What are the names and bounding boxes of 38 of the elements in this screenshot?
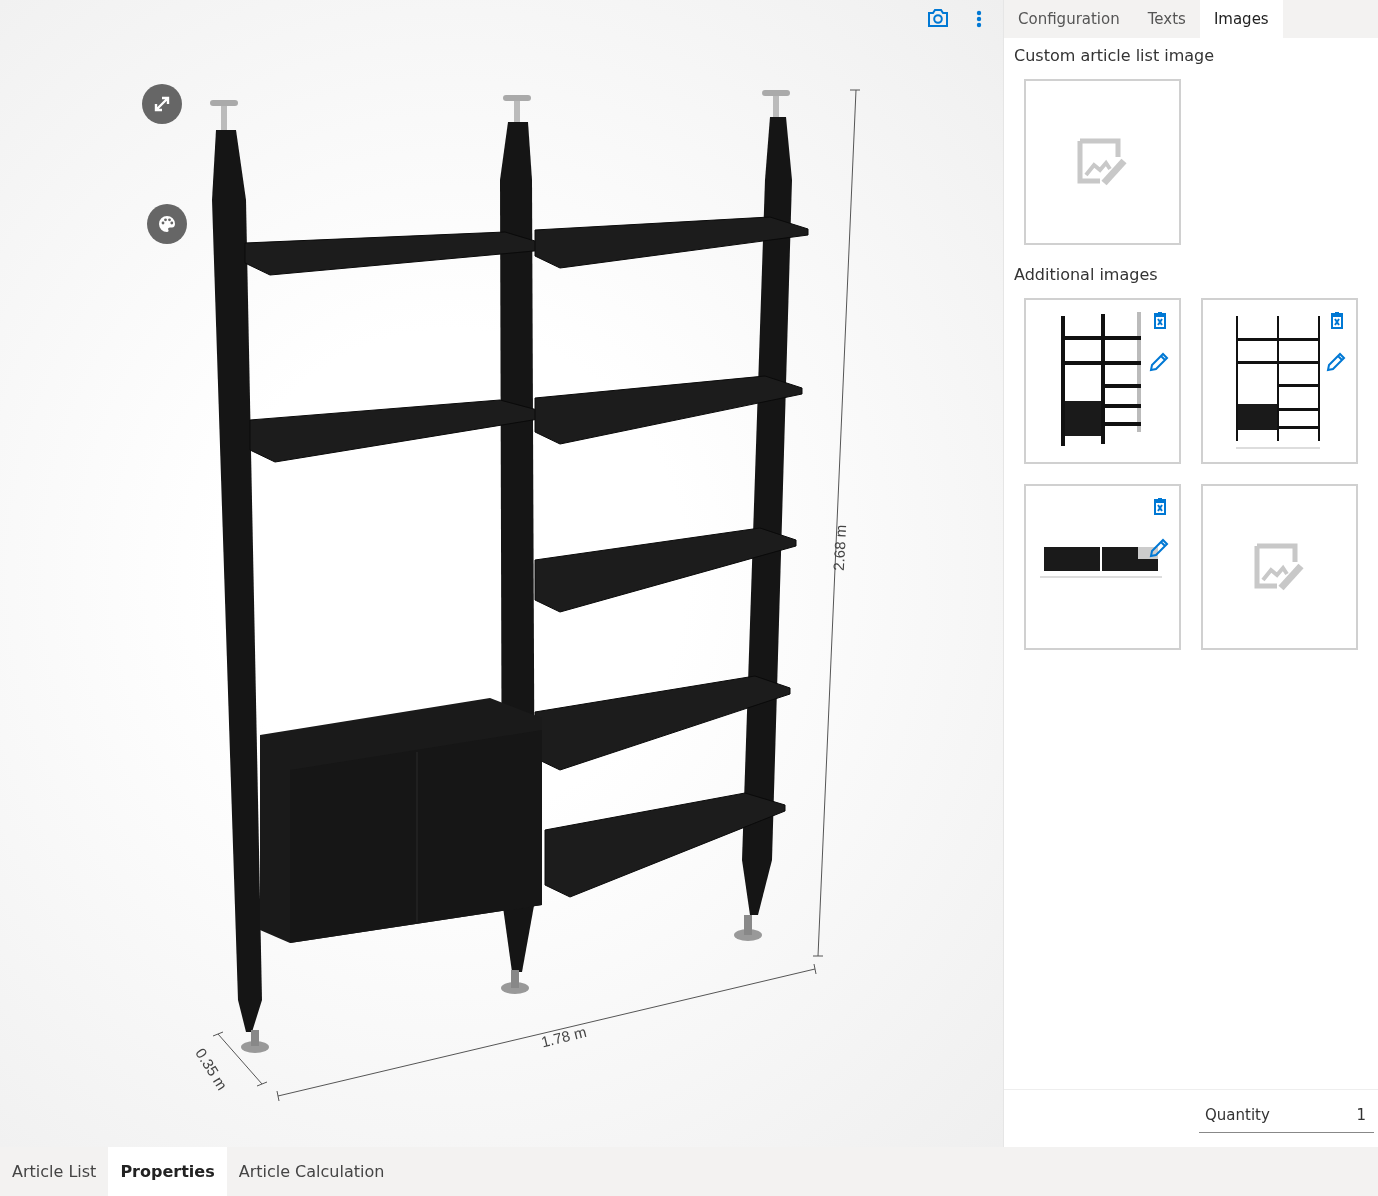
pencil-icon <box>1149 352 1169 372</box>
edit-button[interactable] <box>1326 352 1346 372</box>
delete-button[interactable] <box>1153 498 1167 515</box>
quantity-label: Quantity <box>1205 1106 1270 1124</box>
diagonal-arrows-icon <box>153 95 171 113</box>
delete-icon <box>1153 498 1167 515</box>
palette-icon <box>158 215 176 233</box>
panel-tab[interactable]: Images <box>1199 0 1283 38</box>
delete-button[interactable] <box>1153 312 1167 329</box>
quantity-value: 1 <box>1356 1106 1366 1124</box>
pencil-icon <box>1149 538 1169 558</box>
dimension-label: 1.78 m <box>539 1022 588 1051</box>
bottom-tab[interactable]: Article Calculation <box>226 1147 397 1196</box>
bottom-tab[interactable]: Article List <box>0 1147 109 1196</box>
more-icon <box>976 10 982 28</box>
edit-button[interactable] <box>1149 538 1169 558</box>
bottom-tab[interactable]: Properties <box>108 1147 227 1196</box>
pencil-icon <box>1326 352 1346 372</box>
image-tile[interactable] <box>1024 298 1181 464</box>
image-tile[interactable] <box>1201 484 1358 650</box>
section-title: Custom article list image <box>1014 46 1216 65</box>
panel-tab[interactable]: Configuration <box>1004 0 1134 38</box>
section-title: Additional images <box>1014 265 1159 284</box>
image-upload-tile[interactable] <box>1024 79 1181 245</box>
fullscreen-button[interactable] <box>142 84 182 124</box>
palette-button[interactable] <box>147 204 187 244</box>
delete-button[interactable] <box>1330 312 1344 329</box>
delete-icon <box>1330 312 1344 329</box>
edit-button[interactable] <box>1149 352 1169 372</box>
camera-icon <box>927 8 949 28</box>
more-options-button[interactable] <box>974 8 984 30</box>
panel-tab[interactable]: Texts <box>1133 0 1200 38</box>
image-tile[interactable] <box>1024 484 1181 650</box>
image-tile[interactable] <box>1201 298 1358 464</box>
dimension-label: 2.68 m <box>829 524 850 572</box>
camera-button[interactable] <box>925 6 951 30</box>
quantity-field[interactable]: Quantity 1 <box>1199 1104 1374 1133</box>
delete-icon <box>1153 312 1167 329</box>
